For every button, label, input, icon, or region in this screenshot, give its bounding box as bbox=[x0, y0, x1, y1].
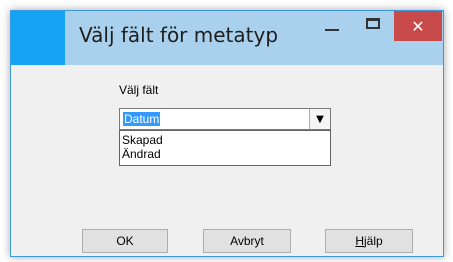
help-button[interactable]: Hjälp bbox=[325, 229, 413, 253]
ok-button[interactable]: OK bbox=[82, 229, 168, 253]
title-bar[interactable]: Välj fält för metatyp ✕ bbox=[11, 11, 443, 65]
app-icon bbox=[11, 11, 65, 65]
maximize-icon bbox=[366, 17, 380, 29]
minimize-button[interactable] bbox=[315, 11, 349, 41]
dropdown-item-andrad[interactable]: Ändrad bbox=[120, 147, 330, 161]
combo-selected-value: Datum bbox=[123, 112, 161, 126]
field-combobox[interactable]: Datum ▼ bbox=[119, 108, 331, 130]
combo-dropdown-button[interactable]: ▼ bbox=[309, 109, 330, 129]
field-label: Välj fält bbox=[119, 83, 159, 97]
dialog-window: Välj fält för metatyp ✕ Välj fält Datum … bbox=[10, 10, 444, 257]
minimize-icon bbox=[325, 29, 339, 31]
dropdown-item-skapad[interactable]: Skapad bbox=[120, 133, 330, 147]
close-icon: ✕ bbox=[411, 16, 425, 36]
help-button-label: Hjälp bbox=[355, 234, 383, 248]
close-button[interactable]: ✕ bbox=[394, 11, 442, 41]
window-title: Välj fält för metatyp bbox=[79, 23, 279, 47]
cancel-button-label: Avbryt bbox=[230, 234, 264, 248]
cancel-button[interactable]: Avbryt bbox=[203, 229, 291, 253]
dropdown-list: Skapad Ändrad bbox=[119, 130, 331, 166]
maximize-button[interactable] bbox=[356, 11, 390, 41]
chevron-down-icon: ▼ bbox=[316, 113, 324, 125]
ok-button-label: OK bbox=[116, 234, 134, 248]
